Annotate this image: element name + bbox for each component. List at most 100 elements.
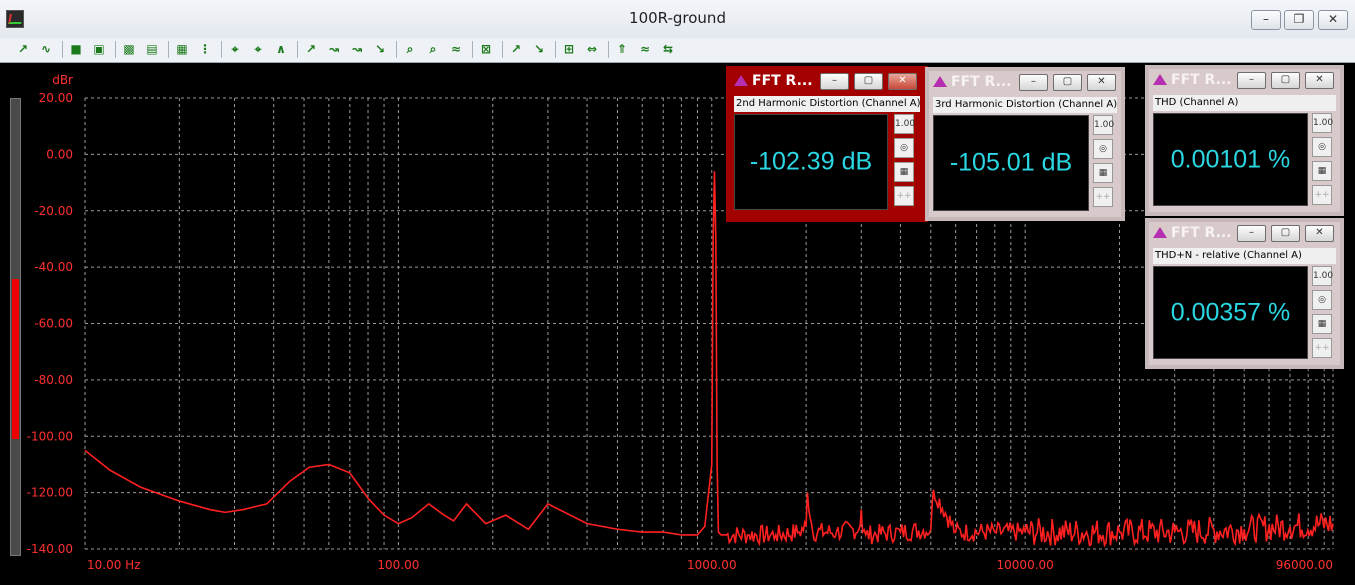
measurement-value: 0.00357 % (1170, 298, 1291, 326)
calculator-icon[interactable]: ▦ (1312, 161, 1332, 181)
y-tick-label: -20.00 (34, 204, 73, 218)
triangle-icon (1153, 74, 1167, 85)
save-icon[interactable]: ■ (67, 40, 85, 58)
format-button[interactable]: 1.00 (1312, 266, 1333, 286)
panel-title: FFT R... (951, 74, 1012, 90)
value-display: 0.00357 % (1153, 266, 1308, 359)
scale-icon[interactable]: ∧ (272, 40, 290, 58)
measurement-value: 0.00101 % (1170, 145, 1291, 173)
y-tick-label: -80.00 (34, 373, 73, 387)
toolbar-separator (472, 41, 473, 58)
toolbar-separator (115, 41, 116, 58)
panel-maximize-button[interactable]: ▢ (1053, 74, 1082, 91)
toolbar: ↗ ∿ ■ ▣ ▩ ▤ ▦ ⋮ ⌖ ⌖ ∧ ↗ ↝ ↝ ↘ ⌕ ⌕ ≈ ⊠ ↗ ↘ ⊞ ⇔ ⇑ ≈ ⇆ (0, 38, 1355, 63)
cursor2-icon[interactable]: ↝ (325, 40, 343, 58)
cursor-icon[interactable]: ↗ (302, 40, 320, 58)
marker-icon[interactable]: ≈ (447, 40, 465, 58)
triangle-icon (734, 75, 748, 86)
find-icon[interactable]: ⌕ (401, 40, 419, 58)
panel-close-button[interactable]: ✕ (1305, 225, 1334, 242)
grid-icon[interactable]: ▩ (120, 40, 138, 58)
panel-minimize-button[interactable]: – (1237, 72, 1266, 89)
table-icon[interactable]: ▤ (143, 40, 161, 58)
settings-icon[interactable]: ◎ (894, 138, 914, 158)
gray-icon[interactable]: ⇑ (613, 40, 631, 58)
panel-title: FFT R... (1171, 225, 1232, 241)
panel-minimize-button[interactable]: – (1019, 74, 1048, 91)
panel-caption: 3rd Harmonic Distortion (Channel A) (933, 97, 1117, 113)
panel-minimize-button[interactable]: – (820, 73, 849, 90)
toolbar-separator (502, 41, 503, 58)
panel-maximize-button[interactable]: ▢ (854, 73, 883, 90)
panel-maximize-button[interactable]: ▢ (1271, 72, 1300, 89)
close-button[interactable]: ✕ (1318, 10, 1348, 30)
autoscale-icon[interactable]: ⊠ (477, 40, 495, 58)
panel-title: FFT R... (1171, 72, 1232, 88)
settings-icon[interactable]: ◎ (1093, 139, 1113, 159)
window-title: 100R-ground (629, 9, 726, 27)
measurement-value: -102.39 dB (749, 147, 873, 176)
panel-titlebar[interactable]: FFT R... – ▢ ✕ (1149, 222, 1340, 244)
panel-side-buttons: 1.00 ◎ ▦ ++ (1312, 266, 1333, 362)
calculator-icon[interactable]: ▦ (894, 162, 914, 182)
dots-icon[interactable]: ⋮ (196, 40, 214, 58)
panel-close-button[interactable]: ✕ (1087, 74, 1116, 91)
peak-icon[interactable]: ↗ (507, 40, 525, 58)
cursor4-icon[interactable]: ↘ (371, 40, 389, 58)
expand-icon[interactable]: ++ (1312, 338, 1332, 358)
settings-icon[interactable]: ◎ (1312, 137, 1332, 157)
panel-close-button[interactable]: ✕ (888, 73, 917, 90)
panel-side-buttons: 1.00 ◎ ▦ ++ (894, 114, 915, 210)
settings-icon[interactable]: ◎ (1312, 290, 1332, 310)
panel-minimize-button[interactable]: – (1237, 225, 1266, 242)
toolbar-separator (62, 41, 63, 58)
x-tick-label: 96000.00 (1276, 558, 1333, 572)
y-unit-label: dBr (52, 73, 73, 87)
y-tick-label: -140.00 (27, 542, 73, 556)
panel-titlebar[interactable]: FFT R... – ▢ ✕ (929, 71, 1121, 93)
expand-icon[interactable]: ++ (894, 186, 914, 206)
panel-close-button[interactable]: ✕ (1305, 72, 1334, 89)
zoom-x-icon[interactable]: ⌖ (226, 40, 244, 58)
calculator-icon[interactable]: ▦ (1312, 314, 1332, 334)
format-button[interactable]: 1.00 (894, 114, 915, 134)
y-tick-label: -60.00 (34, 317, 73, 331)
find2-icon[interactable]: ⌕ (424, 40, 442, 58)
grid2-icon[interactable]: ⊞ (560, 40, 578, 58)
panel-maximize-button[interactable]: ▢ (1271, 225, 1300, 242)
y-tick-label: 20.00 (39, 91, 73, 105)
arrows-icon[interactable]: ⇔ (583, 40, 601, 58)
panel-titlebar[interactable]: FFT R... – ▢ ✕ (1149, 69, 1340, 91)
wave-icon[interactable]: ∿ (37, 40, 55, 58)
add-trace-icon[interactable]: ↗ (14, 40, 32, 58)
expand-icon[interactable]: ++ (1093, 187, 1113, 207)
toolbar-separator (555, 41, 556, 58)
minimize-button[interactable]: – (1251, 10, 1281, 30)
value-display: -102.39 dB (734, 114, 888, 210)
cursor3-icon[interactable]: ↝ (348, 40, 366, 58)
calculator-icon[interactable]: ▦ (1093, 163, 1113, 183)
panel-caption: 2nd Harmonic Distortion (Channel A) (734, 96, 920, 112)
panel-caption: THD (Channel A) (1153, 95, 1336, 111)
flip-icon[interactable]: ⇆ (659, 40, 677, 58)
peak2-icon[interactable]: ↘ (530, 40, 548, 58)
panel-thdn[interactable]: FFT R... – ▢ ✕ THD+N - relative (Channel… (1145, 218, 1344, 369)
y-tick-label: -120.00 (27, 486, 73, 500)
calc-icon[interactable]: ▦ (173, 40, 191, 58)
restore-button[interactable]: ❐ (1284, 10, 1314, 30)
y-tick-label: -40.00 (34, 260, 73, 274)
x-tick-label: 100.00 (377, 558, 419, 572)
zoom-y-icon[interactable]: ⌖ (249, 40, 267, 58)
format-button[interactable]: 1.00 (1093, 115, 1114, 135)
panel-2nd-harmonic[interactable]: FFT R... – ▢ ✕ 2nd Harmonic Distortion (… (726, 66, 928, 222)
format-button[interactable]: 1.00 (1312, 113, 1333, 133)
copy-icon[interactable]: ▣ (90, 40, 108, 58)
expand-icon[interactable]: ++ (1312, 185, 1332, 205)
panel-side-buttons: 1.00 ◎ ▦ ++ (1312, 113, 1333, 209)
panel-titlebar[interactable]: FFT R... – ▢ ✕ (730, 70, 924, 92)
red-icon[interactable]: ≈ (636, 40, 654, 58)
x-tick-label: 1000.00 (687, 558, 737, 572)
triangle-icon (933, 76, 947, 87)
panel-thd[interactable]: FFT R... – ▢ ✕ THD (Channel A) 0.00101 %… (1145, 65, 1344, 216)
panel-3rd-harmonic[interactable]: FFT R... – ▢ ✕ 3rd Harmonic Distortion (… (925, 67, 1125, 221)
